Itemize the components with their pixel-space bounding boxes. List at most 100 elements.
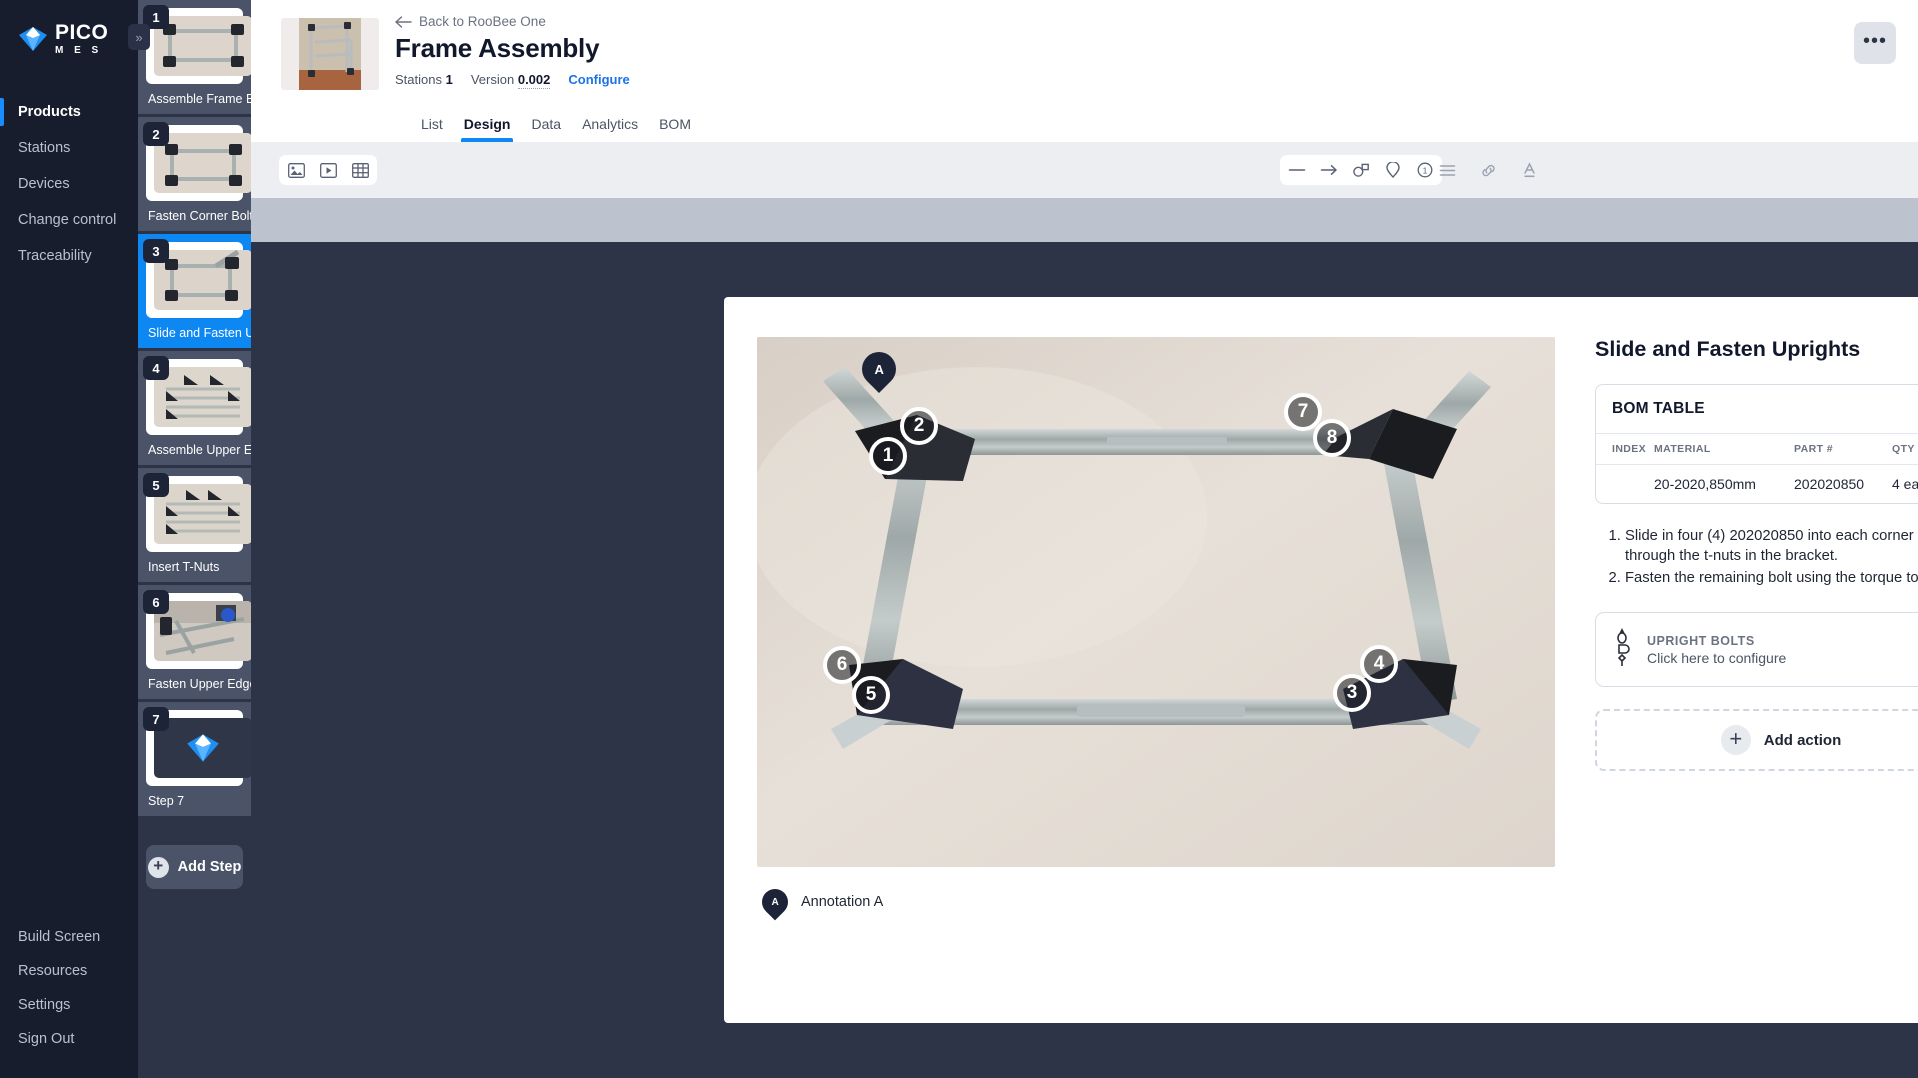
torque-tool-icon bbox=[1614, 627, 1630, 672]
step-card-2[interactable]: 2 Fasten Corner Bolts bbox=[138, 117, 251, 234]
bom-col-material: MATERIAL bbox=[1654, 434, 1794, 465]
page-header: Back to RooBee One Frame Assembly Statio… bbox=[251, 0, 1918, 142]
tab-analytics[interactable]: Analytics bbox=[582, 116, 638, 142]
step-card-3[interactable]: 3 Slide and Fasten Uprights bbox=[138, 234, 251, 351]
step-photo[interactable]: A 1 2 7 8 6 5 4 3 bbox=[757, 337, 1555, 867]
sidebar-item-label: Stations bbox=[18, 140, 71, 156]
tab-design[interactable]: Design bbox=[460, 116, 514, 142]
photo-marker-2[interactable]: 2 bbox=[900, 407, 938, 445]
sidebar-item-settings[interactable]: Settings bbox=[0, 988, 138, 1022]
step-number-badge: 6 bbox=[143, 590, 169, 614]
product-meta: Stations 1 Version 0.002 Configure bbox=[395, 72, 630, 89]
step-card-label: Slide and Fasten Uprights bbox=[148, 326, 251, 340]
sidebar-item-traceability[interactable]: Traceability bbox=[0, 238, 138, 274]
add-step-button[interactable]: + Add Step bbox=[146, 845, 243, 889]
main-area: Back to RooBee One Frame Assembly Statio… bbox=[251, 0, 1918, 1078]
step-title: Slide and Fasten Uprights bbox=[1595, 337, 1861, 361]
annotation-tool-group: 1 bbox=[1280, 155, 1442, 185]
step-card-1[interactable]: 1 Assemble Frame Base bbox=[138, 0, 251, 117]
sidebar-item-sign-out[interactable]: Sign Out bbox=[0, 1022, 138, 1056]
text-color-icon[interactable] bbox=[1518, 159, 1540, 181]
photo-marker-4[interactable]: 4 bbox=[1360, 645, 1398, 683]
step-card-6[interactable]: 6 Fasten Upper Edges bbox=[138, 585, 251, 702]
content-column: Slide and Fasten Uprights BOM TABLE INDE… bbox=[1595, 337, 1918, 915]
link-icon[interactable] bbox=[1477, 159, 1499, 181]
bom-header-row: INDEX MATERIAL PART # QTY bbox=[1596, 434, 1918, 465]
video-icon[interactable] bbox=[317, 159, 339, 181]
list-item: Fasten the remaining bolt using the torq… bbox=[1625, 568, 1918, 588]
annotation-pin-label: A bbox=[874, 361, 884, 377]
design-canvas[interactable]: A 1 2 7 8 6 5 4 3 A Annotation A Slide a… bbox=[251, 242, 1918, 1078]
sidebar-item-change-control[interactable]: Change control bbox=[0, 202, 138, 238]
product-hero-thumbnail bbox=[281, 18, 379, 90]
sidebar-item-devices[interactable]: Devices bbox=[0, 166, 138, 202]
numbered-marker-icon[interactable]: 1 bbox=[1414, 159, 1436, 181]
photo-marker-1[interactable]: 1 bbox=[869, 437, 907, 475]
bom-col-part: PART # bbox=[1794, 434, 1892, 465]
action-card-upright-bolts[interactable]: UPRIGHT BOLTS Click here to configure bbox=[1595, 612, 1918, 688]
tab-bom[interactable]: BOM bbox=[659, 116, 691, 142]
photo-marker-6[interactable]: 6 bbox=[823, 646, 861, 684]
version-label: Version bbox=[470, 72, 515, 87]
brand-logo[interactable]: PICO M E S bbox=[0, 0, 138, 56]
more-options-button[interactable]: ••• bbox=[1854, 22, 1896, 64]
step-list-scroll[interactable]: 1 Assemble Frame Base 2 bbox=[138, 0, 251, 1078]
image-icon[interactable] bbox=[285, 159, 307, 181]
marker-label: 6 bbox=[836, 654, 848, 675]
sidebar-item-resources[interactable]: Resources bbox=[0, 954, 138, 988]
list-icon[interactable] bbox=[1436, 159, 1458, 181]
sidebar-item-build-screen[interactable]: Build Screen bbox=[0, 920, 138, 954]
annotation-legend-row[interactable]: A Annotation A bbox=[756, 883, 1555, 921]
step-card-label: Assemble Frame Base bbox=[148, 92, 251, 106]
sidebar-item-label: Products bbox=[18, 104, 81, 120]
step-number-badge: 2 bbox=[143, 122, 169, 146]
step-number-badge: 5 bbox=[143, 473, 169, 497]
arrow-left-icon bbox=[395, 15, 412, 28]
add-action-label: Add action bbox=[1763, 731, 1842, 749]
bom-col-qty: QTY bbox=[1892, 434, 1918, 465]
sidebar-item-products[interactable]: Products bbox=[0, 94, 138, 130]
step-number-badge: 3 bbox=[143, 239, 169, 263]
back-link[interactable]: Back to RooBee One bbox=[395, 14, 630, 29]
tab-list[interactable]: List bbox=[421, 116, 443, 142]
shape-icon[interactable] bbox=[1350, 159, 1372, 181]
bom-cell-qty: 4 ea bbox=[1892, 476, 1918, 492]
canvas-ruler bbox=[251, 198, 1918, 242]
secondary-nav-list: Build Screen Resources Settings Sign Out bbox=[0, 920, 138, 1078]
photo-marker-5[interactable]: 5 bbox=[852, 676, 890, 714]
line-icon[interactable] bbox=[1286, 159, 1308, 181]
configure-link[interactable]: Configure bbox=[568, 72, 629, 87]
step-list-panel: 1 Assemble Frame Base 2 bbox=[138, 0, 251, 1078]
step-card-7[interactable]: 7 Step 7 bbox=[138, 702, 251, 819]
marker-label: 2 bbox=[913, 415, 925, 436]
table-row[interactable]: 20-2020,850mm 202020850 4 ea bbox=[1596, 465, 1918, 504]
sidebar-item-label: Traceability bbox=[18, 248, 92, 264]
annotation-label: Annotation A bbox=[801, 894, 884, 910]
version-meta: Version 0.002 bbox=[470, 72, 551, 89]
action-card-title: UPRIGHT BOLTS bbox=[1647, 633, 1755, 648]
bom-table-card: BOM TABLE INDEX MATERIAL PART # QTY 20-2… bbox=[1595, 384, 1918, 504]
photo-column: A 1 2 7 8 6 5 4 3 A Annotation A bbox=[756, 337, 1555, 921]
table-icon[interactable] bbox=[349, 159, 371, 181]
page-title: Frame Assembly bbox=[395, 33, 600, 63]
pin-icon[interactable] bbox=[1382, 159, 1404, 181]
tab-label: Analytics bbox=[582, 116, 639, 132]
back-link-label: Back to RooBee One bbox=[419, 14, 546, 29]
primary-nav-list: Products Stations Devices Change control… bbox=[0, 94, 138, 274]
step-card-4[interactable]: 4 Assemble Upper Edges bbox=[138, 351, 251, 468]
step-card-5[interactable]: 5 Insert T-Nuts bbox=[138, 468, 251, 585]
tab-label: Design bbox=[463, 116, 511, 132]
tab-data[interactable]: Data bbox=[531, 116, 561, 142]
step-number-badge: 4 bbox=[143, 356, 169, 380]
instruction-list: Slide in four (4) 202020850 into each co… bbox=[1595, 526, 1918, 588]
format-tool-group bbox=[1436, 159, 1540, 181]
bom-table-header[interactable]: BOM TABLE bbox=[1596, 385, 1918, 434]
photo-marker-3[interactable]: 3 bbox=[1333, 674, 1371, 712]
sidebar-item-stations[interactable]: Stations bbox=[0, 130, 138, 166]
version-value[interactable]: 0.002 bbox=[517, 72, 551, 89]
arrow-icon[interactable] bbox=[1318, 159, 1340, 181]
add-action-button[interactable]: + Add action bbox=[1595, 709, 1918, 772]
bom-cell-index bbox=[1596, 465, 1654, 504]
photo-marker-8[interactable]: 8 bbox=[1313, 419, 1351, 457]
chevrons-right-icon[interactable]: » bbox=[128, 24, 150, 50]
